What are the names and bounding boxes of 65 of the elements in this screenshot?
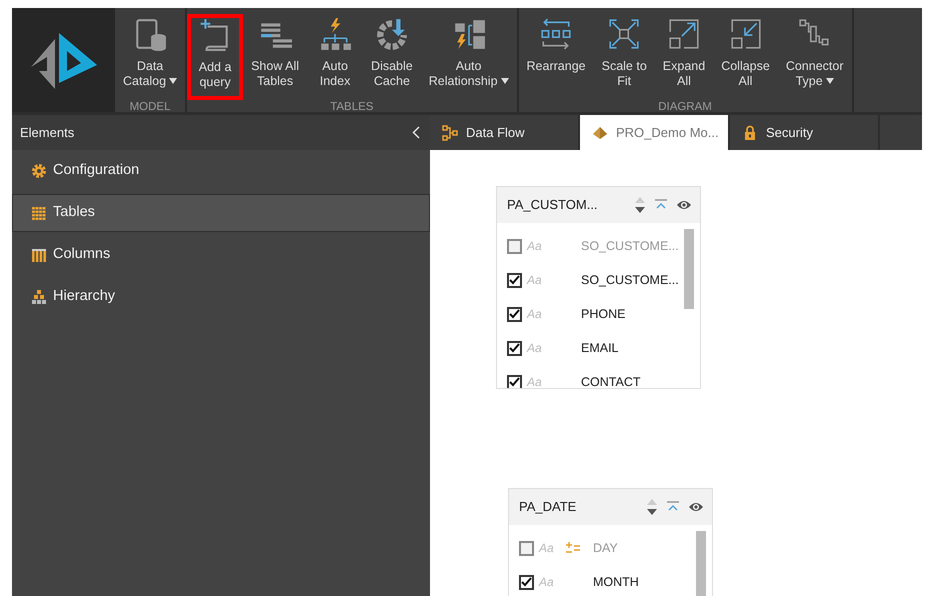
ribbon-button[interactable]: Connector Type — [778, 14, 852, 100]
sidebar-item[interactable]: Columns — [12, 236, 430, 274]
sidebar-item[interactable]: Hierarchy — [12, 278, 430, 316]
type-label: Aa — [539, 540, 555, 557]
checkbox[interactable] — [507, 306, 522, 322]
sidebar-item[interactable]: Configuration — [12, 152, 430, 190]
table-title: PA_CUSTOM... — [507, 196, 598, 214]
gear-icon — [31, 163, 47, 179]
checkbox[interactable] — [507, 272, 522, 288]
ribbon-button[interactable]: Expand All — [654, 14, 714, 100]
checkbox[interactable] — [519, 574, 534, 590]
rearrange-icon — [539, 17, 574, 51]
field-name: DAY — [593, 540, 618, 557]
eye-icon[interactable] — [676, 199, 692, 211]
logo-icon — [28, 31, 98, 89]
diamond-icon — [592, 124, 608, 140]
collapse-chevron-icon[interactable] — [412, 126, 420, 139]
type-label: Aa — [527, 374, 543, 388]
grid-icon — [31, 205, 47, 221]
scale-to-fit-icon — [607, 17, 642, 51]
lock-icon — [742, 124, 758, 140]
field-name: SO_CUSTOME... — [581, 272, 679, 289]
type-label: Aa — [527, 340, 543, 357]
checkbox[interactable] — [507, 238, 522, 254]
scrollbar[interactable] — [696, 531, 706, 596]
expand-icon — [666, 17, 701, 51]
ribbon-button[interactable]: Scale to Fit — [594, 14, 655, 100]
field-name: CONTACT — [581, 374, 640, 388]
type-label: Aa — [539, 574, 555, 591]
checkbox[interactable] — [519, 540, 534, 556]
checkbox[interactable] — [507, 340, 522, 356]
ribbon-button[interactable]: Auto Index — [307, 14, 364, 100]
field-name: EMAIL — [581, 340, 619, 357]
lightning-hierarchy-icon — [318, 17, 352, 51]
field-name: PHONE — [581, 306, 626, 323]
ribbon-button[interactable]: Collapse All — [713, 14, 778, 100]
notebook-database-icon — [133, 17, 168, 51]
columns-icon — [31, 247, 47, 263]
sidebar-item[interactable]: Tables — [12, 194, 430, 232]
eye-icon[interactable] — [688, 501, 704, 513]
group-label: DIAGRAM — [657, 100, 713, 114]
ribbon-button[interactable]: Data Catalog — [115, 14, 186, 100]
group-label: MODEL — [128, 100, 172, 114]
collapse-icon — [728, 17, 762, 51]
panel-title: Elements — [20, 124, 74, 142]
ribbon-button[interactable]: Rearrange — [518, 14, 594, 100]
group-label: TABLES — [329, 100, 374, 114]
tab[interactable]: PRO_Demo Mo... — [580, 115, 728, 150]
type-label: Aa — [527, 238, 543, 255]
table-title: PA_DATE — [519, 498, 576, 516]
type-label: Aa — [527, 306, 543, 323]
field-name: MONTH — [593, 574, 639, 591]
field-name: SO_CUSTOME... — [581, 238, 679, 255]
flow-icon — [442, 124, 458, 140]
circular-arrow-icon — [374, 17, 409, 51]
ribbon-button[interactable]: Auto Relationship — [420, 14, 517, 100]
type-label: Aa — [527, 272, 543, 289]
ribbon-button[interactable]: Add a query — [187, 14, 244, 100]
tab[interactable]: Security — [730, 115, 878, 150]
ribbon-button[interactable]: Show All Tables — [243, 14, 308, 100]
checkbox[interactable] — [507, 374, 522, 388]
scrollbar[interactable] — [684, 229, 694, 309]
hierarchy-icon — [31, 289, 47, 305]
ribbon-button[interactable]: Disable Cache — [363, 14, 421, 100]
tab[interactable]: Data Flow — [430, 115, 578, 150]
